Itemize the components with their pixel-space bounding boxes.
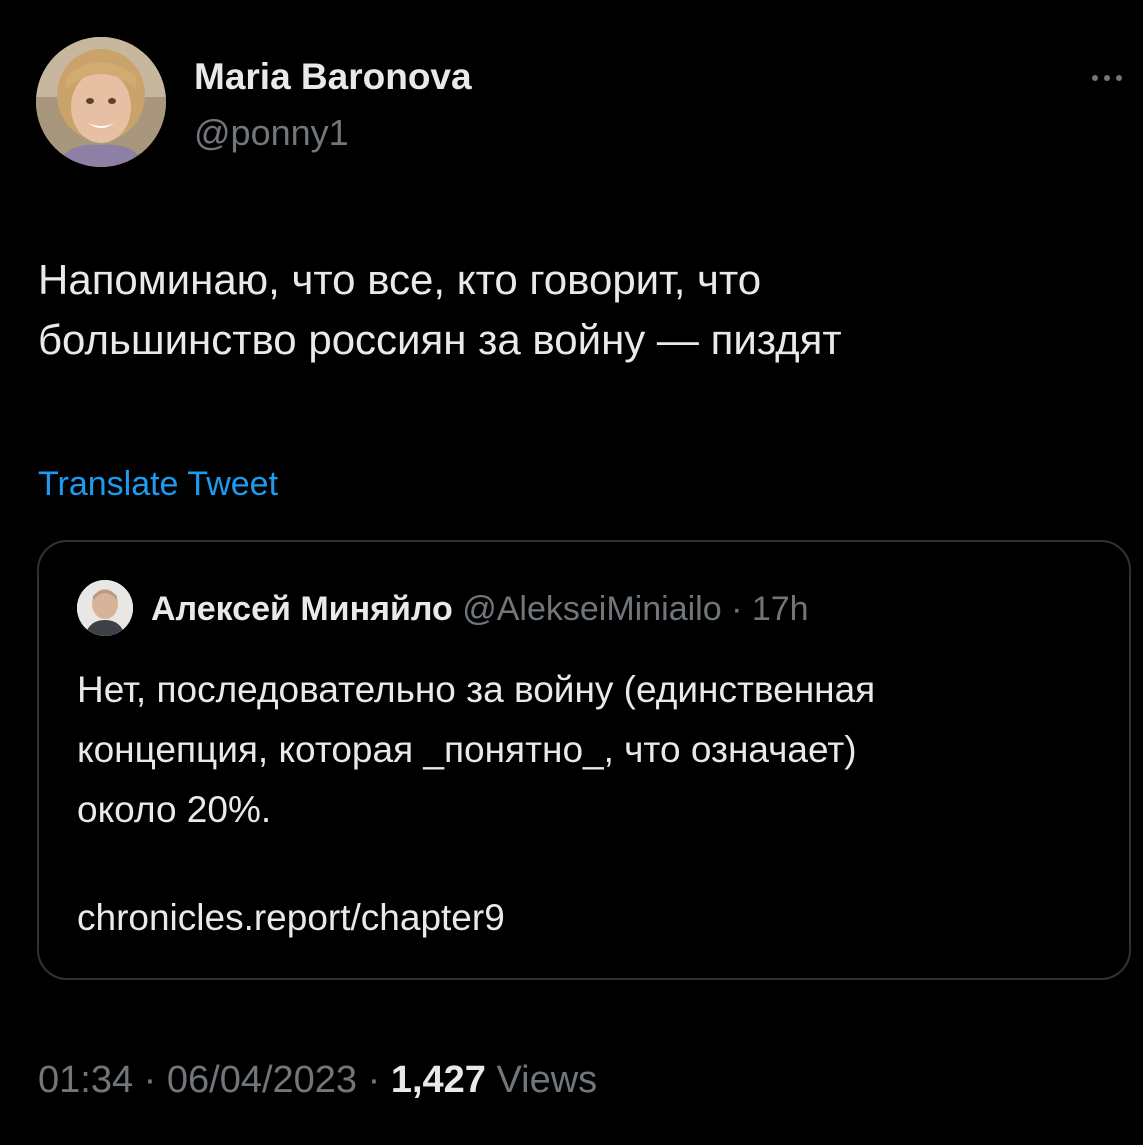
author-avatar[interactable]: [36, 37, 166, 167]
tweet-meta: 01:34 · 06/04/2023 · 1,427 Views: [38, 1055, 597, 1105]
more-horizontal-icon: [1092, 75, 1098, 81]
tweet-time[interactable]: 01:34: [38, 1059, 133, 1101]
quoted-author-handle: @AlekseiMiniailo: [462, 590, 722, 628]
author-name[interactable]: Maria Baronova: [194, 54, 472, 100]
tweet: Maria Baronova @ponny1 Напоминаю, что вс…: [0, 0, 1143, 1145]
quoted-separator: ·: [731, 590, 743, 628]
tweet-text: Напоминаю, что все, кто говорит, что бол…: [38, 256, 842, 363]
meta-separator: ·: [143, 1059, 157, 1101]
tweet-date[interactable]: 06/04/2023: [167, 1059, 357, 1101]
author-handle[interactable]: @ponny1: [194, 110, 349, 156]
quoted-author-avatar-image: [77, 580, 133, 636]
more-options-button[interactable]: [1082, 58, 1132, 98]
translate-tweet-link[interactable]: Translate Tweet: [38, 460, 278, 508]
views-label: Views: [496, 1059, 598, 1101]
quoted-author-avatar: [77, 580, 133, 636]
more-horizontal-icon-dot: [1116, 75, 1122, 81]
views-count[interactable]: 1,427: [391, 1059, 486, 1101]
meta-separator: ·: [367, 1059, 381, 1101]
quoted-tweet-time: 17h: [751, 590, 809, 628]
quoted-author-name: Алексей Миняйло: [151, 590, 453, 628]
quoted-tweet-header: Алексей Миняйло @AlekseiMiniailo · 17h: [151, 586, 809, 632]
quoted-tweet-link: chronicles.report/chapter9: [77, 897, 505, 938]
quoted-tweet-text: Нет, последовательно за войну (единствен…: [77, 669, 876, 830]
author-avatar-image: [36, 37, 166, 167]
more-horizontal-icon-dot: [1104, 75, 1110, 81]
quoted-tweet-card[interactable]: Алексей Миняйло @AlekseiMiniailo · 17h Н…: [37, 540, 1131, 980]
